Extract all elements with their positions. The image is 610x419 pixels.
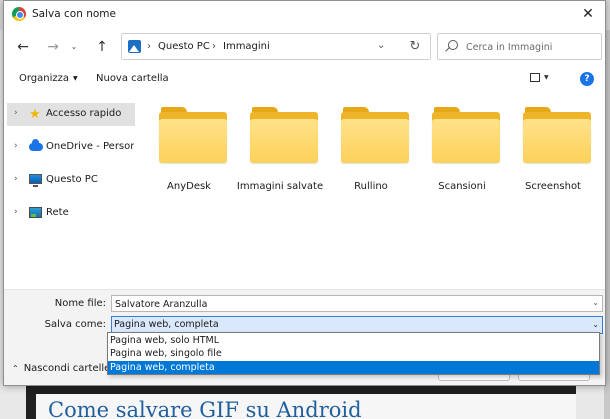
savetype-label: Salva come: xyxy=(44,319,106,330)
background-article-panel: Come salvare GIF su Android xyxy=(36,394,576,419)
caret-down-icon: ▼ xyxy=(544,73,549,81)
help-icon[interactable]: ? xyxy=(580,72,594,86)
savetype-value: Pagina web, completa xyxy=(114,319,219,330)
hide-folders-button[interactable]: ⌃ Nascondi cartelle xyxy=(12,363,110,374)
monitor-icon xyxy=(29,174,42,187)
sidebar-item-label: Questo PC xyxy=(46,174,98,185)
chevron-down-icon[interactable]: ⌄ xyxy=(592,320,599,329)
address-dropdown-icon[interactable]: ⌄ xyxy=(377,40,385,51)
sidebar-item-label: Rete xyxy=(46,207,69,218)
folder-label: Screenshot xyxy=(525,181,581,192)
folder-label: Rullino xyxy=(354,181,388,192)
window-title: Salva con nome xyxy=(32,8,116,20)
folder-icon xyxy=(250,107,320,165)
folder-item-anydesk[interactable]: AnyDesk xyxy=(149,107,229,197)
folder-icon xyxy=(523,107,593,165)
view-icon xyxy=(530,72,540,82)
folder-label: AnyDesk xyxy=(167,181,211,192)
navigation-pane: › ★ Accesso rapido › OneDrive - Personal… xyxy=(4,97,135,287)
filename-label: Nome file: xyxy=(54,298,106,309)
chevron-right-icon[interactable]: › xyxy=(14,174,18,184)
title-bar[interactable]: Salva con nome ✕ xyxy=(4,1,605,29)
file-list: AnyDesk Immagini salvate Rullino Scansio… xyxy=(135,93,605,289)
refresh-button[interactable]: ↻ xyxy=(406,38,424,56)
organize-label: Organizza xyxy=(19,73,70,84)
folder-item-scans[interactable]: Scansioni xyxy=(422,107,502,197)
folder-item-camera-roll[interactable]: Rullino xyxy=(331,107,411,197)
close-button[interactable]: ✕ xyxy=(577,4,599,24)
chevron-right-icon[interactable]: › xyxy=(14,141,18,151)
sidebar-item-network[interactable]: › Rete xyxy=(7,202,135,225)
chevron-down-icon[interactable]: ⌄ xyxy=(592,298,599,307)
search-icon xyxy=(448,40,458,50)
sidebar-item-this-pc[interactable]: › Questo PC xyxy=(7,169,135,192)
save-as-dialog: Salva con nome ✕ ← → ⌄ ↑ › Questo PC › I… xyxy=(3,0,606,386)
sidebar-item-label: OneDrive - Personal xyxy=(46,141,134,152)
sidebar-item-onedrive[interactable]: › OneDrive - Personal xyxy=(7,136,135,159)
filename-combobox[interactable]: ⌄ xyxy=(111,295,603,312)
search-input[interactable] xyxy=(466,39,596,55)
network-icon xyxy=(29,207,42,218)
chrome-icon xyxy=(12,7,26,21)
folder-icon xyxy=(159,107,229,165)
chevron-up-icon: ⌃ xyxy=(12,364,19,373)
command-bar: Organizza ▼ Nuova cartella ▼ ? xyxy=(4,65,605,93)
view-options-button[interactable]: ▼ xyxy=(530,72,560,88)
savetype-option-single-file[interactable]: Pagina web, singolo file xyxy=(108,347,599,360)
address-bar[interactable]: › Questo PC › Immagini ⌄ ↻ xyxy=(121,33,431,60)
filename-input[interactable] xyxy=(115,297,585,311)
article-heading[interactable]: Come salvare GIF su Android xyxy=(48,398,362,419)
pictures-location-icon xyxy=(128,40,141,53)
folder-label: Immagini salvate xyxy=(236,181,324,192)
up-button[interactable]: ↑ xyxy=(91,37,113,57)
folder-item-screenshot[interactable]: Screenshot xyxy=(513,107,593,197)
folder-label: Scansioni xyxy=(438,181,486,192)
forward-button[interactable]: → xyxy=(42,37,64,57)
sidebar-item-label: Accesso rapido xyxy=(46,108,122,119)
search-box[interactable] xyxy=(437,33,602,60)
breadcrumb-this-pc[interactable]: Questo PC xyxy=(158,41,210,52)
caret-down-icon: ▼ xyxy=(73,74,78,82)
savetype-option-complete[interactable]: Pagina web, completa xyxy=(108,361,599,374)
background-article: Come salvare GIF su Android xyxy=(26,384,576,419)
new-folder-button[interactable]: Nuova cartella xyxy=(96,73,169,84)
cloud-icon xyxy=(29,139,43,151)
chevron-right-icon[interactable]: › xyxy=(14,207,18,217)
organize-button[interactable]: Organizza ▼ xyxy=(19,73,78,84)
savetype-dropdown-list: Pagina web, solo HTML Pagina web, singol… xyxy=(107,332,600,375)
folder-item-saved-pictures[interactable]: Immagini salvate xyxy=(237,107,323,197)
folder-icon xyxy=(341,107,411,165)
chevron-right-icon[interactable]: › xyxy=(14,108,18,118)
breadcrumb-separator: › xyxy=(212,41,216,52)
star-icon: ★ xyxy=(29,107,41,122)
recent-locations-button[interactable]: ⌄ xyxy=(67,37,81,57)
breadcrumb-separator: › xyxy=(147,41,151,52)
sidebar-item-quick-access[interactable]: › ★ Accesso rapido xyxy=(7,103,135,126)
navigation-bar: ← → ⌄ ↑ › Questo PC › Immagini ⌄ ↻ xyxy=(4,29,605,65)
breadcrumb-pictures[interactable]: Immagini xyxy=(223,41,270,52)
savetype-option-html-only[interactable]: Pagina web, solo HTML xyxy=(108,334,599,347)
hide-folders-label: Nascondi cartelle xyxy=(23,363,111,374)
back-button[interactable]: ← xyxy=(12,37,34,57)
folder-icon xyxy=(432,107,502,165)
